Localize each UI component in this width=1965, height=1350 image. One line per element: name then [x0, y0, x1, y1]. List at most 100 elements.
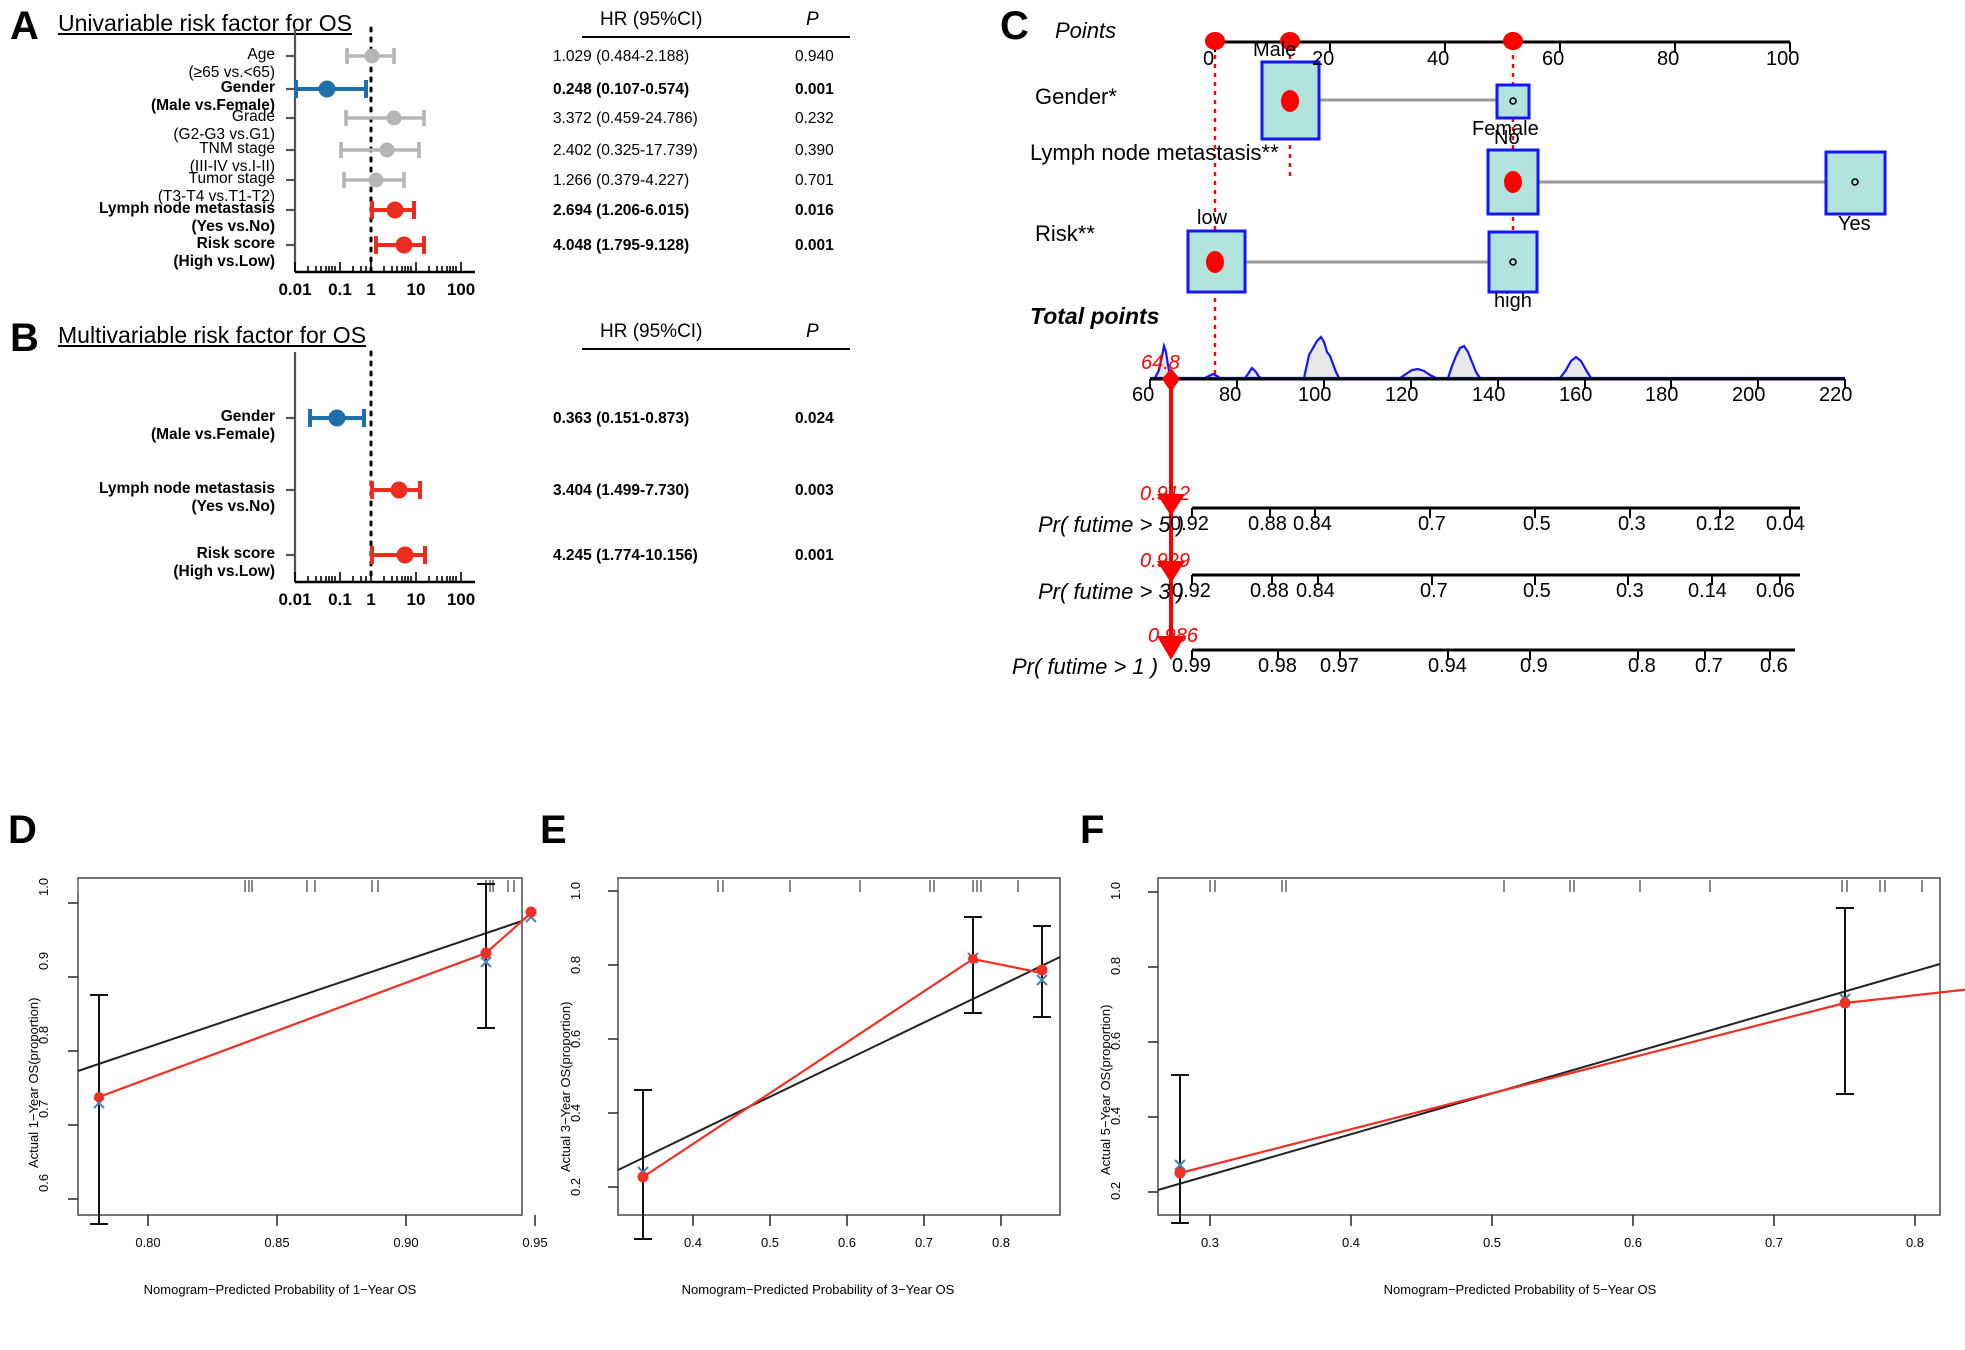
- panel-e-ytick: 0.2: [568, 1177, 583, 1196]
- nomogram-pr5-tick: 0.88: [1248, 513, 1287, 535]
- forest-row-p: 0.390: [795, 142, 834, 159]
- panel-f-xtick: 0.4: [1341, 1235, 1361, 1250]
- forest-row-marker: [342, 172, 406, 188]
- forest-row-label: Gender (Male vs.Female): [150, 408, 275, 444]
- nomogram-pr3-tick: 0.84: [1296, 580, 1335, 602]
- forest-row-hr: 1.266 (0.379-4.227): [553, 172, 690, 189]
- nomogram-gender-cat-male: Male: [1253, 39, 1297, 61]
- forest-row-hr: 4.048 (1.795-9.128): [553, 237, 690, 254]
- nomogram-points-tick: 40: [1427, 48, 1450, 70]
- panel-f-calibration-plot: [1148, 877, 1965, 1226]
- nomogram-gender-label: Gender*: [1035, 84, 1117, 109]
- forest-row-p: 0.940: [795, 48, 834, 65]
- panel-f-xtick: 0.8: [1905, 1235, 1925, 1250]
- panel-f-xtick: 0.6: [1623, 1235, 1643, 1250]
- forest-row-p: 0.016: [795, 202, 834, 219]
- nomogram-total-tick: 60: [1132, 384, 1155, 406]
- nomogram-points-tick: 80: [1657, 48, 1680, 70]
- forest-row-p: 0.003: [795, 482, 834, 499]
- forest-row-marker: [308, 409, 366, 427]
- forest-row-hr: 2.694 (1.206-6.015): [553, 202, 690, 219]
- panel-d-ytick: 1.0: [36, 877, 51, 896]
- forest-row-p: 0.024: [795, 410, 834, 427]
- panel-f-xtick: 0.7: [1764, 1235, 1784, 1250]
- panel-f-ytick: 1.0: [1108, 881, 1123, 900]
- forest-row-marker: [370, 201, 416, 219]
- panel-a-xtick: 10: [406, 280, 426, 299]
- nomogram-pr1-tick: 0.9: [1520, 655, 1548, 677]
- nomogram-total-tick: 80: [1219, 384, 1242, 406]
- panel-a-xtick: 100: [446, 280, 476, 299]
- nomogram-total-tick: 200: [1732, 384, 1766, 406]
- nomogram-total-points-label: Total points: [1030, 303, 1160, 329]
- panel-e-ytick: 0.8: [568, 955, 583, 974]
- panel-f-xtick: 0.5: [1482, 1235, 1502, 1250]
- panel-f-xlabel: Nomogram−Predicted Probability of 5−Year…: [1383, 1282, 1657, 1297]
- nomogram-pr1-tick: 0.94: [1428, 655, 1467, 677]
- forest-row-marker: [339, 142, 421, 158]
- panel-d-xtick: 0.80: [135, 1235, 161, 1250]
- forest-row-hr: 2.402 (0.325-17.739): [553, 142, 698, 159]
- panel-d-ytick: 0.9: [36, 951, 51, 970]
- nomogram-pr3-label: Pr( futime > 3 ): [1038, 579, 1185, 604]
- nomogram-pr3-tick: 0.88: [1250, 580, 1289, 602]
- nomogram-risk-label: Risk**: [1035, 221, 1095, 246]
- nomogram-total-tick: 120: [1385, 384, 1419, 406]
- panel-d-xtick: 0.85: [264, 1235, 290, 1250]
- forest-row-label: Age (≥65 vs.<65): [188, 46, 275, 82]
- forest-row-hr: 4.245 (1.774-10.156): [553, 547, 698, 564]
- nomogram-pr3-tick: 0.7: [1420, 580, 1448, 602]
- nomogram-lymph-cat-yes: Yes: [1838, 213, 1871, 235]
- panel-e-xlabel: Nomogram−Predicted Probability of 3−Year…: [681, 1282, 955, 1297]
- nomogram-total-marker-value: 64.8: [1141, 352, 1180, 374]
- forest-row-label: Risk score (High vs.Low): [173, 235, 275, 271]
- nomogram-pr1-tick: 0.8: [1628, 655, 1656, 677]
- nomogram-pr5-tick: 0.7: [1418, 513, 1446, 535]
- nomogram-total-tick: 160: [1559, 384, 1593, 406]
- panel-e-calibration-plot: [608, 877, 1061, 1240]
- nomogram-lymph-label: Lymph node metastasis**: [1030, 140, 1279, 165]
- nomogram-points-tick: 100: [1766, 48, 1800, 70]
- nomogram-points-tick: 60: [1542, 48, 1565, 70]
- panel-d-ytick: 0.6: [36, 1173, 51, 1192]
- nomogram-pr3-tick: 0.3: [1616, 580, 1644, 602]
- nomogram-pr5-marker-value: 0.912: [1140, 483, 1191, 505]
- forest-row-label: Risk score (High vs.Low): [173, 545, 275, 581]
- panel-e-xtick: 0.5: [760, 1235, 780, 1250]
- panel-a-xtick: 1: [366, 280, 376, 299]
- forest-row-p: 0.001: [795, 81, 834, 98]
- forest-row-p: 0.001: [795, 547, 834, 564]
- nomogram-pr5-tick: 0.84: [1293, 513, 1332, 535]
- nomogram-pr1-tick: 0.7: [1695, 655, 1723, 677]
- forest-row-label: Lymph node metastasis (Yes vs.No): [98, 200, 275, 236]
- forest-row-hr: 0.248 (0.107-0.574): [553, 81, 690, 98]
- forest-row-marker: [370, 481, 422, 499]
- nomogram-lymph-cat-no: No: [1494, 127, 1520, 149]
- nomogram-total-tick: 180: [1645, 384, 1679, 406]
- nomogram-pr5-tick: 0.3: [1618, 513, 1646, 535]
- panel-f-ytick: 0.2: [1108, 1181, 1123, 1200]
- nomogram-total-tick: 140: [1472, 384, 1506, 406]
- panel-d-xtick: 0.90: [393, 1235, 419, 1250]
- panel-e-ylabel: Actual 3−Year OS(proportion): [558, 1001, 573, 1172]
- forest-row-hr: 3.372 (0.459-24.786): [553, 110, 698, 127]
- nomogram-pr1-tick: 0.97: [1320, 655, 1359, 677]
- panel-e-xtick: 0.7: [914, 1235, 934, 1250]
- forest-row-marker: [294, 80, 368, 98]
- panel-e-xtick: 0.4: [683, 1235, 703, 1250]
- forest-row-label: Lymph node metastasis (Yes vs.No): [98, 480, 275, 516]
- panel-b-xtick: 1: [366, 590, 376, 609]
- forest-row-hr: 0.363 (0.151-0.873): [553, 410, 690, 427]
- nomogram-pr3-tick: 0.06: [1756, 580, 1795, 602]
- panel-e-xtick: 0.6: [837, 1235, 857, 1250]
- nomogram-pr3-marker-value: 0.929: [1140, 550, 1191, 572]
- panel-b-xtick: 10: [406, 590, 426, 609]
- panel-d-calibration-plot: [68, 877, 537, 1226]
- forest-row-p: 0.001: [795, 237, 834, 254]
- panel-b-xtick: 100: [446, 590, 476, 609]
- nomogram-pr1-marker-value: 0.986: [1148, 625, 1199, 647]
- forest-row-p: 0.701: [795, 172, 834, 189]
- panel-e-ytick: 1.0: [568, 881, 583, 900]
- nomogram-pr3-tick: 0.14: [1688, 580, 1727, 602]
- nomogram-pr5-tick: 0.12: [1696, 513, 1735, 535]
